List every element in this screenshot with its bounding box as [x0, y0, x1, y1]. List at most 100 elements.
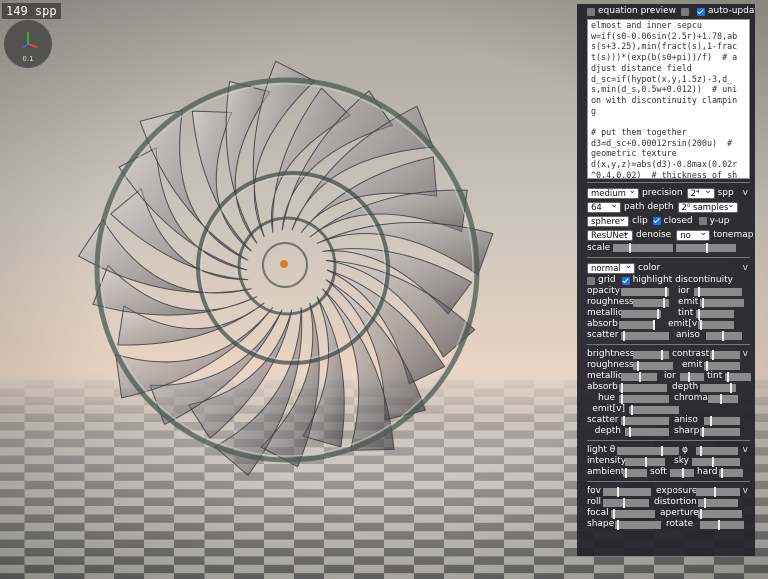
aperture-slider[interactable] [698, 508, 742, 519]
chevron-down-icon[interactable]: v [743, 263, 748, 274]
tonemap-label: tonemap [713, 229, 754, 240]
emit-v-slider[interactable] [629, 404, 679, 415]
tonemap-select[interactable]: no [676, 228, 711, 241]
quality-select[interactable]: medium [587, 186, 639, 199]
sky-slider[interactable] [692, 456, 740, 467]
hard-label: hard [697, 467, 718, 477]
exposure-slider[interactable] [696, 486, 740, 497]
tint-slider[interactable] [696, 308, 734, 319]
divider [587, 182, 750, 183]
light-theta-slider[interactable] [617, 445, 679, 456]
distortion-slider[interactable] [698, 497, 738, 508]
denoise-select[interactable]: ResUNet [587, 228, 633, 241]
tint-slider[interactable] [725, 371, 751, 382]
ior-slider[interactable] [694, 286, 742, 297]
contrast-slider[interactable] [710, 349, 740, 360]
emit-v-slider[interactable] [698, 319, 734, 330]
spp-select[interactable]: 2⁴ [686, 186, 715, 199]
chevron-down-icon[interactable]: v [743, 188, 748, 199]
highlight-discontinuity-checkbox[interactable] [621, 276, 630, 285]
scale-slider-2[interactable] [676, 243, 736, 253]
shape-slider[interactable] [615, 519, 661, 530]
metallic-label: metallic [587, 308, 623, 318]
hue-label: hue [598, 393, 615, 403]
auto-update-label: auto-update [708, 6, 755, 16]
roughness-slider[interactable] [633, 360, 673, 371]
light-phi-label: φ [682, 445, 688, 455]
tint-label: tint [707, 371, 723, 381]
denoise-label: denoise [636, 229, 672, 240]
distortion-label: distortion [654, 497, 697, 507]
tint-label: tint [678, 308, 694, 318]
scale-row: scale [587, 242, 750, 254]
axis-scale-label: 0.1 [22, 55, 34, 63]
scatter-label: scatter [587, 415, 619, 425]
depth-sharp-row: depth sharp [587, 426, 750, 437]
emitv2-row: emit[v] [587, 404, 750, 415]
chevron-down-icon[interactable]: v [743, 349, 748, 360]
chevron-down-icon[interactable]: v [743, 445, 748, 456]
precision-label: precision [642, 188, 683, 198]
metallic-slider[interactable] [621, 308, 661, 319]
focal-slider[interactable] [611, 508, 655, 519]
closed-checkbox[interactable] [652, 217, 661, 225]
equation-editor[interactable]: elmost and inner sepcu w=if(s0-0.06sin(2… [587, 19, 750, 179]
depth-slider[interactable] [700, 382, 736, 393]
spp-label: spp [717, 188, 734, 198]
brightness-slider[interactable] [633, 349, 669, 360]
scatter-slider[interactable] [621, 415, 669, 426]
equation-preview-checkbox[interactable] [587, 7, 595, 16]
clip-select[interactable]: sphere [587, 214, 629, 227]
hard-slider[interactable] [719, 467, 743, 478]
opacity-slider[interactable] [621, 286, 669, 297]
roughness-slider[interactable] [633, 297, 669, 308]
path-depth-label: path depth [624, 201, 674, 212]
scale-slider[interactable] [613, 243, 673, 253]
depth-slider[interactable] [625, 426, 669, 437]
absorb-slider[interactable] [619, 319, 655, 330]
color-mode-select[interactable]: normal [587, 261, 635, 274]
roughness2-row: roughness emit [587, 360, 750, 371]
sharp-label: sharp [674, 426, 700, 436]
scatter-slider[interactable] [621, 330, 669, 341]
roughness-label: roughness [587, 297, 634, 307]
emit-slider[interactable] [700, 297, 744, 308]
metallic-slider[interactable] [621, 371, 657, 382]
emit-slider[interactable] [704, 360, 740, 371]
sharp-slider[interactable] [700, 426, 740, 437]
hue-slider[interactable] [619, 393, 669, 404]
scatter-row: scatter aniso [587, 330, 750, 341]
emit-v-label: emit[v] [592, 404, 625, 414]
chroma-slider[interactable] [708, 393, 738, 404]
auto-update-checkbox[interactable] [697, 7, 706, 16]
samples-select[interactable]: 2⁰ samples [677, 200, 738, 213]
chevron-down-icon[interactable]: v [743, 486, 748, 497]
gap-checkbox[interactable] [681, 7, 690, 16]
divider [587, 440, 750, 441]
axis-gizmo[interactable]: 0.1 [4, 20, 52, 68]
fov-slider[interactable] [603, 486, 651, 497]
light-phi-slider[interactable] [696, 445, 738, 456]
path-depth-select[interactable]: 64 [587, 200, 621, 213]
ambient-slider[interactable] [623, 467, 647, 478]
roll-slider[interactable] [603, 497, 649, 508]
equation-preview-label: equation preview [598, 6, 677, 16]
rotate-slider[interactable] [700, 519, 744, 530]
ior-slider[interactable] [680, 371, 704, 382]
y-up-checkbox[interactable] [698, 217, 707, 225]
aniso-slider[interactable] [704, 415, 740, 426]
intensity-slider[interactable] [625, 456, 665, 467]
ambient-label: ambient [587, 467, 625, 477]
grid-checkbox[interactable] [587, 276, 595, 285]
absorb-label: absorb [587, 319, 618, 329]
metallic-row: metallic tint [587, 308, 750, 319]
color-label: color [638, 263, 661, 273]
spp-counter: 149 spp [2, 3, 61, 19]
absorb-slider[interactable] [619, 382, 667, 393]
aniso-slider[interactable] [706, 330, 742, 341]
brightness-label: brightness [587, 349, 635, 359]
focal-row: focal aperture [587, 508, 750, 519]
roll-row: roll distortion [587, 497, 750, 508]
depth-label: depth [672, 382, 699, 392]
soft-slider[interactable] [670, 467, 694, 478]
